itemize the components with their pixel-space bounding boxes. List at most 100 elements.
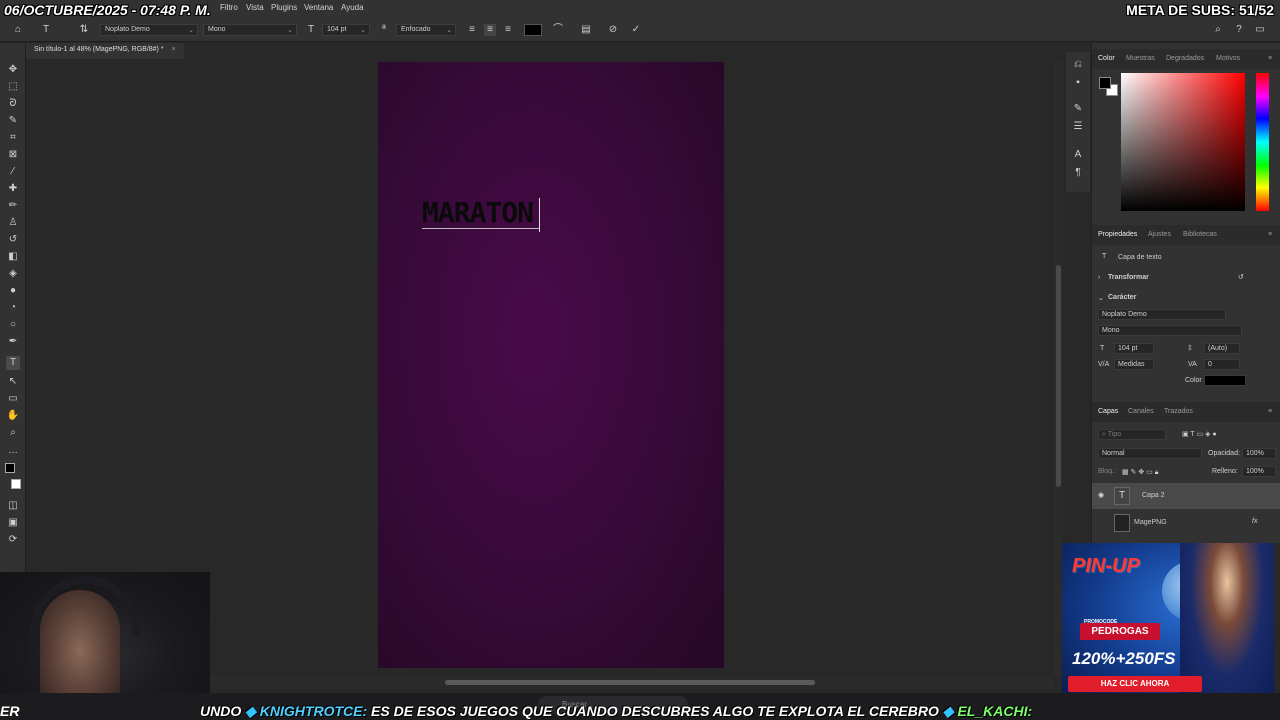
- home-icon[interactable]: ⌂: [12, 24, 24, 36]
- text-color-swatch[interactable]: [524, 24, 542, 36]
- pen-tool-icon[interactable]: ✒: [6, 335, 20, 349]
- layer-effects-icon[interactable]: fx: [1252, 518, 1257, 525]
- type-tool-icon[interactable]: T: [40, 24, 52, 36]
- quick-select-icon[interactable]: ✎: [6, 114, 20, 128]
- zoom-tool-icon[interactable]: ⌕: [6, 426, 20, 440]
- close-icon[interactable]: ×: [172, 46, 176, 53]
- prop-tracking-select[interactable]: 0: [1204, 359, 1240, 370]
- tab-trazados[interactable]: Trazados: [1164, 408, 1193, 415]
- eyedropper-icon[interactable]: ⁄: [6, 165, 20, 179]
- chevron-right-icon[interactable]: ›: [1098, 274, 1100, 281]
- prop-font-family-select[interactable]: Noplato Demo: [1098, 309, 1226, 320]
- eye-icon[interactable]: ◉: [1098, 491, 1104, 499]
- blur-tool-icon[interactable]: ●: [6, 284, 20, 298]
- layer-name[interactable]: MagePNG: [1134, 519, 1167, 526]
- chevron-down-icon[interactable]: ⌄: [1098, 294, 1104, 302]
- align-center-icon[interactable]: ≡: [484, 24, 496, 36]
- panel-menu-icon[interactable]: ≡: [1268, 55, 1272, 62]
- blend-mode-select[interactable]: Normal: [1098, 448, 1202, 459]
- smudge-icon[interactable]: ○: [6, 318, 20, 332]
- more-tools-icon[interactable]: …: [6, 444, 20, 458]
- background-color-swatch[interactable]: [11, 479, 21, 489]
- brush-panel-icon[interactable]: ✎: [1071, 102, 1085, 116]
- prop-font-style-select[interactable]: Mono: [1098, 325, 1242, 336]
- character-section[interactable]: Carácter: [1108, 294, 1136, 301]
- tab-bibliotecas[interactable]: Bibliotecas: [1183, 231, 1217, 238]
- panel-menu-icon[interactable]: ≡: [1268, 408, 1272, 415]
- color-field[interactable]: [1121, 73, 1245, 211]
- frame-tool-icon[interactable]: ⊠: [6, 148, 20, 162]
- hand-tool-icon[interactable]: ✋: [6, 409, 20, 423]
- help-icon[interactable]: ?: [1233, 24, 1245, 36]
- layer-name[interactable]: Capa 2: [1142, 492, 1165, 499]
- character-panel-icon[interactable]: ▤: [580, 24, 592, 36]
- tab-motivos[interactable]: Motivos: [1216, 55, 1240, 62]
- tab-ajustes[interactable]: Ajustes: [1148, 231, 1171, 238]
- comments-panel-icon[interactable]: ▪: [1071, 76, 1085, 90]
- history-brush-icon[interactable]: ↺: [6, 233, 20, 247]
- move-tool-icon[interactable]: ✥: [6, 63, 20, 77]
- prop-leading-select[interactable]: (Auto): [1204, 343, 1240, 354]
- reset-icon[interactable]: ↺: [1238, 273, 1244, 281]
- prop-font-size-select[interactable]: 104 pt: [1114, 343, 1154, 354]
- search-icon[interactable]: ⌕: [1212, 24, 1224, 36]
- generative-icon[interactable]: ⟳: [6, 533, 20, 547]
- menu-ventana[interactable]: Ventana: [304, 3, 333, 12]
- toggle-orientation-icon[interactable]: ⇅: [78, 24, 90, 36]
- path-select-icon[interactable]: ↖: [6, 375, 20, 389]
- prop-kerning-select[interactable]: Medidas: [1114, 359, 1154, 370]
- prop-color-swatch[interactable]: [1204, 375, 1246, 386]
- antialias-select[interactable]: Enfocado ⌄: [396, 24, 456, 36]
- screen-mode-icon[interactable]: ▣: [6, 516, 20, 530]
- character-panel-icon[interactable]: A: [1071, 148, 1085, 162]
- opacity-input[interactable]: 100%: [1242, 448, 1276, 459]
- transform-section[interactable]: Transformar: [1108, 274, 1149, 281]
- tab-color[interactable]: Color: [1098, 55, 1115, 62]
- foreground-color-swatch[interactable]: [1099, 77, 1111, 89]
- type-tool-icon[interactable]: T: [6, 356, 20, 370]
- workspace-icon[interactable]: ▭: [1254, 24, 1266, 36]
- foreground-color-swatch[interactable]: [5, 463, 15, 473]
- filter-icons[interactable]: ▣ T ▭ ◈ ●: [1182, 430, 1217, 438]
- menu-plugins[interactable]: Plugins: [271, 3, 297, 12]
- layer-row[interactable]: ◉ T Capa 2: [1092, 483, 1280, 509]
- eraser-tool-icon[interactable]: ◧: [6, 250, 20, 264]
- rectangle-tool-icon[interactable]: ▭: [6, 392, 20, 406]
- fill-input[interactable]: 100%: [1242, 466, 1276, 477]
- ad-cta-button[interactable]: HAZ CLIC AHORA: [1068, 676, 1202, 692]
- horizontal-scrollbar-thumb[interactable]: [445, 680, 815, 685]
- hue-slider[interactable]: [1256, 73, 1269, 211]
- font-family-select[interactable]: Noplato Demo ⌄: [100, 24, 198, 36]
- panel-menu-icon[interactable]: ≡: [1268, 231, 1272, 238]
- font-style-select[interactable]: Mono ⌄: [203, 24, 297, 36]
- menu-vista[interactable]: Vista: [246, 3, 264, 12]
- document-canvas[interactable]: [378, 62, 724, 668]
- cancel-icon[interactable]: ⊘: [607, 24, 619, 36]
- lasso-tool-icon[interactable]: ᘐ: [6, 97, 20, 111]
- warp-text-icon[interactable]: ⌒: [552, 24, 564, 36]
- font-size-select[interactable]: 104 pt ⌄: [322, 24, 370, 36]
- quick-mask-icon[interactable]: ◫: [6, 499, 20, 513]
- align-left-icon[interactable]: ≡: [466, 24, 478, 36]
- sponsor-ad[interactable]: PIN-UP PROMOCODE PEDROGAS 120%+250FS HAZ…: [1062, 543, 1274, 701]
- tab-propiedades[interactable]: Propiedades: [1098, 231, 1137, 238]
- lock-icons[interactable]: ▦ ✎ ✥ ▭ 🔒︎: [1122, 468, 1158, 477]
- menu-filtro[interactable]: Filtro: [220, 3, 238, 12]
- layer-row[interactable]: MagePNG fx: [1092, 510, 1280, 536]
- tab-capas[interactable]: Capas: [1098, 408, 1118, 415]
- menu-ayuda[interactable]: Ayuda: [341, 3, 364, 12]
- canvas-text-layer[interactable]: MARATON: [422, 196, 534, 229]
- align-right-icon[interactable]: ≡: [502, 24, 514, 36]
- history-panel-icon[interactable]: ⎌: [1071, 58, 1085, 72]
- document-tab[interactable]: Sin título-1 al 48% (MagePNG, RGB/8#) * …: [26, 43, 184, 59]
- adjust-panel-icon[interactable]: ☰: [1071, 120, 1085, 134]
- vertical-scrollbar-thumb[interactable]: [1056, 265, 1061, 487]
- brush-tool-icon[interactable]: ✏: [6, 199, 20, 213]
- paragraph-panel-icon[interactable]: ¶: [1071, 166, 1085, 180]
- paint-bucket-icon[interactable]: ◈: [6, 267, 20, 281]
- commit-check-icon[interactable]: ✓: [630, 24, 642, 36]
- tab-degradados[interactable]: Degradados: [1166, 55, 1204, 62]
- crop-tool-icon[interactable]: ⌗: [6, 131, 20, 145]
- tab-muestras[interactable]: Muestras: [1126, 55, 1155, 62]
- dodge-tool-icon[interactable]: ◔: [6, 301, 20, 315]
